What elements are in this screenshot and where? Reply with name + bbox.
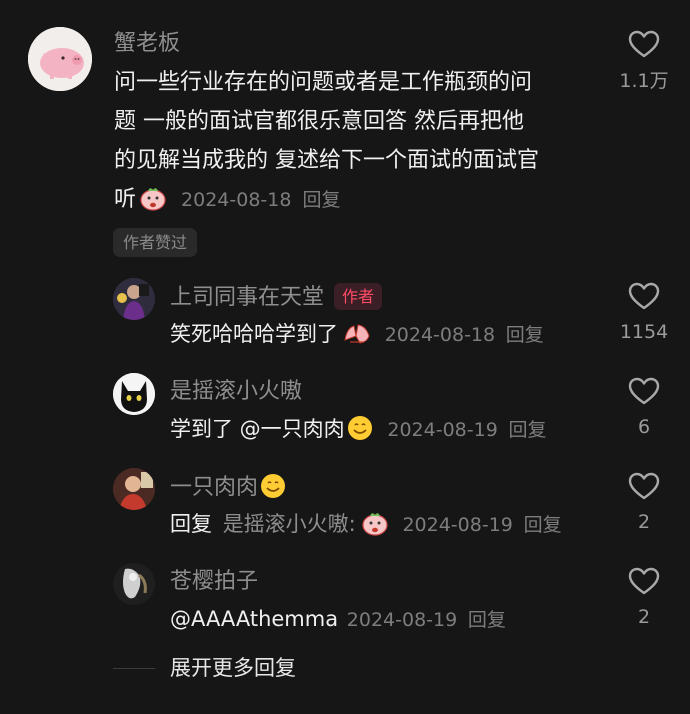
heart-icon[interactable] bbox=[628, 472, 660, 500]
heart-icon[interactable] bbox=[628, 282, 660, 310]
reply-username-text[interactable]: 上司同事在天堂 bbox=[170, 285, 324, 310]
reply-username[interactable]: 苍樱拍子 bbox=[170, 568, 258, 596]
heart-icon[interactable] bbox=[628, 377, 660, 405]
comment-line: 的见解当成我的 复述给下一个面试的面试官 bbox=[114, 148, 539, 173]
cartoon-face-sticker-icon bbox=[138, 185, 168, 224]
commenter-username[interactable]: 蟹老板 bbox=[114, 30, 180, 58]
reply-like[interactable]: 2 bbox=[614, 472, 674, 534]
reply-button[interactable]: 回复 bbox=[302, 189, 340, 211]
reply-mention[interactable]: @AAAAthemma bbox=[170, 607, 338, 631]
smiley-emoji-icon bbox=[260, 473, 286, 507]
comment-like[interactable]: 1.1万 bbox=[614, 30, 674, 93]
commenter-avatar[interactable] bbox=[28, 27, 92, 91]
reply-button[interactable]: 回复 bbox=[524, 514, 562, 536]
reply-avatar[interactable] bbox=[113, 468, 155, 510]
reply-text: 笑死哈哈哈学到了 bbox=[170, 322, 338, 346]
reply-target-username[interactable]: 是摇滚小火嗷: bbox=[223, 512, 356, 536]
reply-text: 学到了 @一只肉肉 bbox=[170, 417, 345, 441]
comment-line: 听 bbox=[114, 187, 137, 212]
reply-date: 2024-08-19 bbox=[387, 419, 498, 441]
reply-body: 回复 是摇滚小火嗷: 2024-08-19 回复 bbox=[170, 510, 562, 543]
reply-avatar[interactable] bbox=[113, 278, 155, 320]
reply-username-text[interactable]: 一只肉肉 bbox=[170, 475, 258, 500]
like-count: 2 bbox=[637, 511, 651, 533]
reply-avatar[interactable] bbox=[113, 373, 155, 415]
like-count: 2 bbox=[637, 606, 651, 628]
reply-like[interactable]: 6 bbox=[614, 377, 674, 439]
like-count: 6 bbox=[637, 416, 651, 438]
reply-username[interactable]: 是摇滚小火嗷 bbox=[170, 378, 302, 406]
author-liked-tag: 作者赞过 bbox=[113, 228, 198, 257]
expand-more-label[interactable]: 展开更多回复 bbox=[170, 654, 296, 682]
comment-line: 问一些行业存在的问题或者是工作瓶颈的问 bbox=[114, 70, 533, 95]
reply-prefix: 回复 bbox=[170, 512, 212, 536]
heart-icon[interactable] bbox=[628, 30, 660, 58]
reply-body: @AAAAthemma 2024-08-19 回复 bbox=[170, 605, 506, 634]
reply-button[interactable]: 回复 bbox=[506, 324, 544, 346]
divider bbox=[113, 668, 155, 669]
comment-body: 问一些行业存在的问题或者是工作瓶颈的问 题 一般的面试官都很乐意回答 然后再把他… bbox=[114, 63, 539, 224]
smiley-emoji-icon bbox=[347, 415, 373, 448]
author-badge: 作者 bbox=[334, 283, 383, 310]
reply-body: 学到了 @一只肉肉 2024-08-19 回复 bbox=[170, 415, 547, 448]
reply-avatar[interactable] bbox=[113, 563, 155, 605]
reply-like[interactable]: 1154 bbox=[614, 282, 674, 344]
reply-date: 2024-08-18 bbox=[384, 324, 496, 346]
reply-date: 2024-08-19 bbox=[402, 514, 513, 536]
like-count: 1.1万 bbox=[619, 70, 669, 92]
reply-date: 2024-08-19 bbox=[346, 609, 458, 631]
reply-body: 笑死哈哈哈学到了 2024-08-18 回复 bbox=[170, 320, 544, 353]
cartoon-face-sticker-icon bbox=[360, 510, 390, 543]
comment-last-line: 听 2024-08-18 回复 bbox=[114, 180, 539, 224]
heart-icon[interactable] bbox=[628, 567, 660, 595]
reply-button[interactable]: 回复 bbox=[468, 609, 506, 631]
reply-like[interactable]: 2 bbox=[614, 567, 674, 629]
reply-button[interactable]: 回复 bbox=[508, 419, 546, 441]
comment-date: 2024-08-18 bbox=[181, 189, 292, 211]
comment-line: 题 一般的面试官都很乐意回答 然后再把他 bbox=[114, 109, 524, 134]
like-count: 1154 bbox=[619, 321, 669, 343]
clapping-hands-sticker-icon bbox=[342, 322, 372, 353]
reply-username[interactable]: 上司同事在天堂 作者 bbox=[170, 283, 383, 312]
reply-username[interactable]: 一只肉肉 bbox=[170, 473, 286, 507]
